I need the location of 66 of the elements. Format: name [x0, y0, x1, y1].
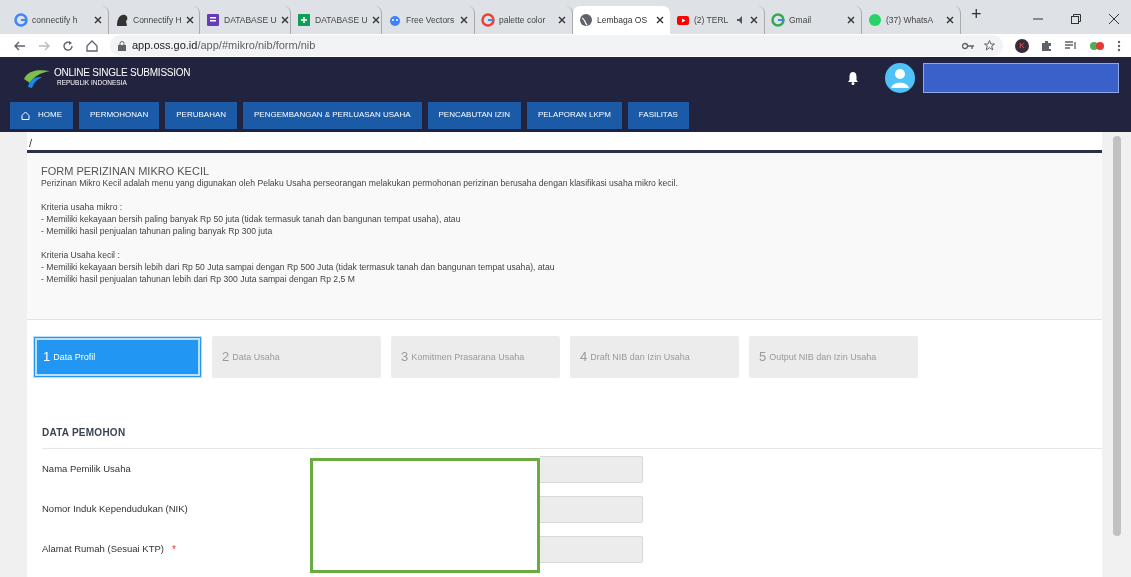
close-icon[interactable]: [750, 16, 758, 24]
key-icon[interactable]: [962, 41, 974, 50]
field-label: Nomor Induk Kependudukan (NIK): [42, 501, 188, 516]
bell-icon[interactable]: [847, 70, 859, 85]
close-icon[interactable]: [946, 16, 954, 24]
home-icon: [21, 110, 30, 120]
criteria-item: - Memiliki hasil penjualan tahunan lebih dari Rp 300 Juta sampai dengan Rp 2,5 M: [41, 273, 356, 285]
google-icon: [481, 13, 495, 27]
criteria-item: - Memiliki kekayaan bersih paling banyak Rp 50 juta (tidak termasuk tanah dan bangunan tempat usaha), atau: [41, 213, 462, 225]
scrollbar-thumb[interactable]: [1112, 136, 1121, 536]
field-label: Nama Pemilik Usaha: [42, 461, 131, 476]
puzzle-icon[interactable]: [1041, 39, 1053, 52]
input-field[interactable]: [540, 535, 643, 563]
close-icon[interactable]: [847, 16, 855, 24]
intro-description: Perizinan Mikro Kecil adalah menu yang digunakan oleh Pelaku Usaha perseorangan melakukan permohonan perizinan berusaha dengan klasifikasi usaha mikro kecil.: [41, 177, 679, 189]
browser-tab[interactable]: Lembaga OS: [573, 6, 670, 34]
close-icon[interactable]: [656, 16, 664, 24]
robot-icon: [388, 13, 402, 27]
lock-icon: [118, 40, 126, 51]
nav-button[interactable]: HOME: [10, 101, 73, 129]
nav-button[interactable]: PENGEMBANGAN & PERLUASAN USAHA: [243, 101, 422, 129]
section-title: DATA PEMOHON: [42, 426, 127, 440]
address-bar[interactable]: app.oss.go.id/app/#mikro/nib/form/nib: [110, 35, 1003, 56]
globe-icon: [579, 13, 593, 27]
star-icon[interactable]: [984, 40, 995, 51]
nav-button[interactable]: PERUBAHAN: [165, 101, 238, 129]
reload-icon[interactable]: [62, 39, 74, 52]
chat-icon: [868, 13, 882, 27]
close-icon[interactable]: [94, 16, 102, 24]
input-field[interactable]: [540, 455, 643, 483]
criteria-item: - Memiliki kekayaan bersih lebih dari Rp 50 Juta sampai dengan Rp 500 Juta (tidak termasuk tanah dan bangunan tempat usaha), atau: [41, 261, 556, 273]
required-mark: *: [171, 542, 176, 557]
close-icon[interactable]: [280, 16, 289, 24]
mascot-icon: [115, 13, 129, 27]
restore-icon[interactable]: [1071, 14, 1081, 24]
close-icon[interactable]: [185, 16, 194, 24]
extension-icon[interactable]: [1089, 40, 1105, 51]
google-icon: [771, 13, 785, 27]
nav-button[interactable]: PELAPORAN LKPM: [526, 101, 622, 129]
field-label: Alamat Rumah (Sesuai KTP): [42, 541, 164, 556]
form-icon: [206, 13, 220, 27]
back-icon[interactable]: [14, 39, 26, 52]
nav-button[interactable]: PENCABUTAN IZIN: [427, 101, 521, 129]
close-icon[interactable]: [460, 16, 468, 24]
input-field[interactable]: [540, 495, 643, 523]
avatar-icon[interactable]: [885, 62, 915, 93]
nav-button[interactable]: PERMOHONAN: [79, 101, 160, 129]
criteria-heading: Kriteria Usaha kecil :: [41, 249, 121, 261]
spreadsheet-icon: [297, 13, 311, 27]
close-icon[interactable]: [371, 16, 380, 24]
google-icon: [14, 13, 28, 27]
breadcrumb[interactable]: /: [29, 136, 1102, 150]
home-icon[interactable]: [86, 39, 98, 52]
url-text: app.oss.go.id/app/#mikro/nib/form/nib: [132, 38, 316, 54]
close-icon[interactable]: [1109, 14, 1119, 24]
intro-title: FORM PERIZINAN MIKRO KECIL: [41, 165, 211, 177]
new-tab-button[interactable]: +: [971, 1, 982, 28]
criteria-heading: Kriteria usaha mikro :: [41, 201, 124, 213]
brand-name: ONLINE SINGLE SUBMISSION: [54, 68, 191, 79]
profile-avatar[interactable]: K: [1015, 38, 1029, 53]
nav-button[interactable]: FASILITAS: [627, 101, 689, 129]
playlist-icon[interactable]: [1065, 40, 1077, 51]
close-icon[interactable]: [558, 16, 566, 24]
play-icon: [676, 13, 690, 27]
criteria-item: - Memiliki hasil penjualan tahunan paling banyak Rp 300 juta: [41, 225, 274, 237]
more-icon[interactable]: [1117, 39, 1121, 52]
